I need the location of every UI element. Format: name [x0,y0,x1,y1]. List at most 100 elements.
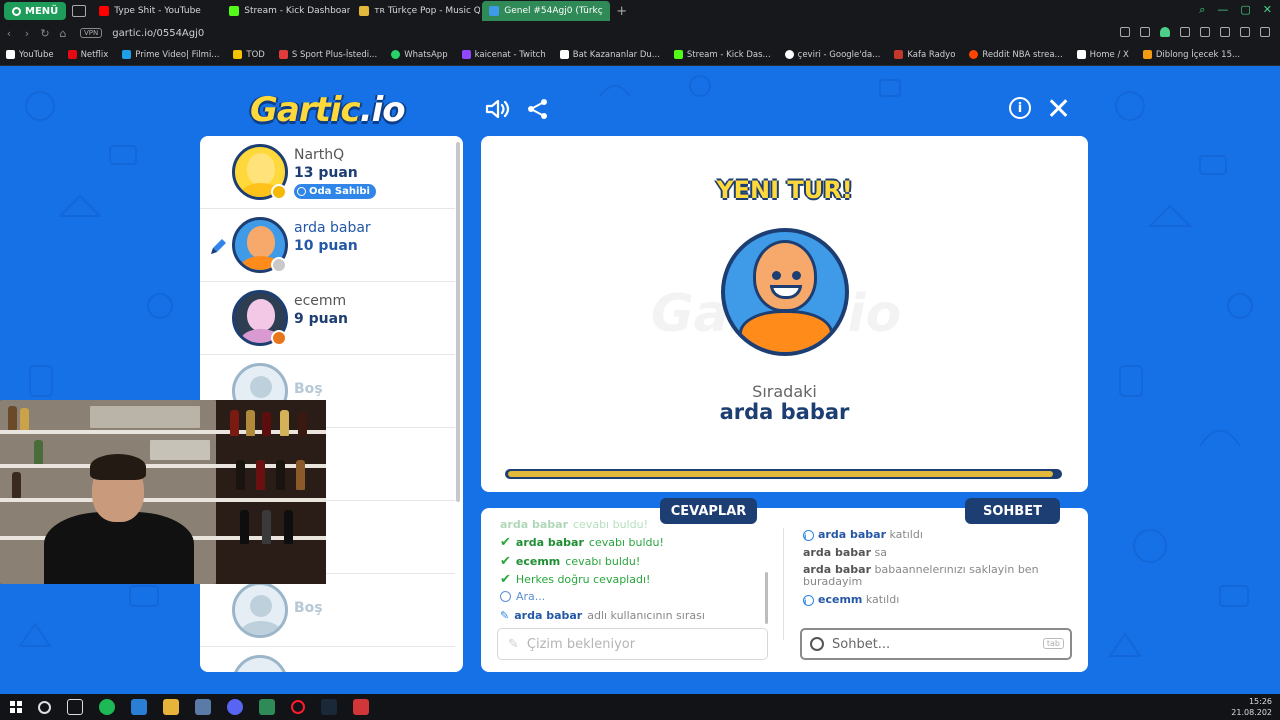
close-window-icon[interactable]: ✕ [1263,3,1272,17]
tab-key-hint: tab [1042,638,1064,649]
bookmark-item[interactable]: çeviri - Google'da... [784,50,880,60]
bookmark-item[interactable]: Bat Kazananlar Du... [559,50,660,60]
bookmark-item[interactable]: Prime Video| Filmi... [122,50,219,60]
next-label: Sıradaki [752,382,817,401]
browser-tab[interactable]: Stream - Kick Dashboard [222,1,350,21]
browser-menu-button[interactable]: MENÜ [4,2,67,20]
spotify-icon[interactable] [99,699,115,715]
tab-answers[interactable]: CEVAPLAR [660,498,757,524]
reload-icon[interactable]: ↻ [36,27,54,40]
player-points: 9 puan [294,311,349,327]
answers-chat-panel: arda babar cevabı buldu! ✔ arda babar ce… [481,508,1088,672]
empty-slot-label: Boş [294,600,323,616]
answers-scrollbar[interactable] [765,572,768,624]
maximize-icon[interactable]: ▢ [1240,3,1250,17]
ssport-icon [278,50,288,59]
pencil-icon: ✎ [500,609,510,622]
owner-icon [297,187,306,196]
bookmark-item[interactable]: kaicenat - Twitch [461,50,546,60]
extensions-icon[interactable] [1240,27,1250,37]
adblock-shield-icon[interactable] [1160,27,1170,37]
search-icon[interactable]: ⌕ [1199,3,1205,17]
player-row-empty: Boş [200,574,455,647]
bookmark-item[interactable]: Netflix [67,50,108,60]
music-icon [359,6,370,16]
browser-tab[interactable]: ᴛʀ Türkçe Pop - Music Q [352,1,480,21]
answer-message: ✔ Herkes doğru cevapladı! [500,572,651,587]
reddit-icon [969,50,979,59]
bookmark-item[interactable]: Home / X [1076,50,1129,60]
share-icon[interactable] [525,96,551,122]
room-owner-badge: Oda Sahibi [294,184,376,199]
streamer-hair [90,454,146,480]
status-dot [271,330,287,346]
search-icon[interactable] [38,700,51,714]
home-icon[interactable]: ⌂ [54,27,72,40]
twitch-icon [461,50,471,59]
bookmark-item[interactable]: WhatsApp [391,50,448,60]
opera-gx-icon[interactable] [291,700,305,714]
url-field[interactable]: gartic.io/0554Agj0 [112,28,204,39]
bookmark-icon[interactable] [1120,27,1130,37]
bookmark-item[interactable]: S Sport Plus-İstedi... [278,50,377,60]
minimize-icon[interactable]: — [1217,3,1228,17]
riot-icon[interactable] [353,699,369,715]
chat-input[interactable]: Sohbet... tab [800,628,1072,660]
player-row[interactable]: arda babar 10 puan [200,209,455,282]
bookmark-item[interactable]: Stream - Kick Das... [673,50,771,60]
heart-icon[interactable] [1200,27,1210,37]
whatsapp-icon [391,50,401,59]
info-icon[interactable]: i [1009,97,1031,119]
address-bar-actions [1120,27,1270,37]
answer-input[interactable]: ✎ Çizim bekleniyor [497,628,768,660]
discord-icon[interactable] [227,699,243,715]
answer-message: ✔ arda babar cevabı buldu! [500,535,664,550]
player-name: NarthQ [294,147,345,163]
player-row[interactable]: NarthQ 13 puan Oda Sahibi [200,136,455,209]
obs-icon[interactable] [259,699,275,715]
task-view-icon[interactable] [67,699,83,715]
download-icon[interactable] [1220,27,1230,37]
vpn-badge[interactable]: VPN [80,28,103,38]
status-dot [271,257,287,273]
browser-tab[interactable]: Type Shit - YouTube [92,1,220,21]
tab-overview-icon[interactable] [72,5,87,17]
windows-taskbar: 15:26 21.08.202 [0,694,1280,720]
volume-icon[interactable] [485,96,511,122]
player-points: 10 puan [294,238,358,254]
bookmark-item[interactable]: YouTube [6,50,54,60]
back-arrow-icon[interactable]: ‹ [0,27,18,40]
bookmark-item[interactable]: Reddit NBA strea... [969,50,1063,60]
system-clock[interactable]: 15:26 21.08.202 [1231,696,1272,718]
player-icon[interactable] [1180,27,1190,37]
bookmark-item[interactable]: Diblong İçecek 15... [1142,50,1240,60]
bookmark-item[interactable]: Kafa Radyo [894,50,955,60]
new-tab-button[interactable]: + [616,4,627,19]
close-icon[interactable]: ✕ [1046,92,1071,127]
check-icon: ✔ [500,535,511,550]
round-progress-fill [508,471,1053,477]
pencil-icon: ✎ [508,636,519,652]
steam-icon[interactable] [321,699,337,715]
file-explorer-icon[interactable] [163,699,179,715]
app-icon[interactable] [195,699,211,715]
snapshot-icon[interactable] [1140,27,1150,37]
player-name: arda babar [294,220,371,236]
profile-icon[interactable] [1260,27,1270,37]
panel-divider [783,528,784,640]
tab-chat[interactable]: SOHBET [965,498,1060,524]
netflix-icon [67,50,77,59]
forward-arrow-icon[interactable]: › [18,27,36,40]
prime-video-icon [122,50,132,59]
empty-avatar-icon [232,655,288,672]
drawing-canvas[interactable]: Gartic.io YENI TUR! Sıradaki arda babar [481,136,1088,492]
chat-message: i arda babar katıldı [803,528,923,541]
x-icon [1076,50,1086,59]
windows-start-icon[interactable] [10,701,22,713]
browser-tab-active[interactable]: Genel #54Agj0 (Türkç [482,1,611,21]
youtube-icon [99,6,110,16]
outlook-icon[interactable] [131,699,147,715]
player-row[interactable]: ecemm 9 puan [200,282,455,355]
players-scrollbar[interactable] [456,142,460,502]
bookmark-item[interactable]: TOD [233,50,265,60]
